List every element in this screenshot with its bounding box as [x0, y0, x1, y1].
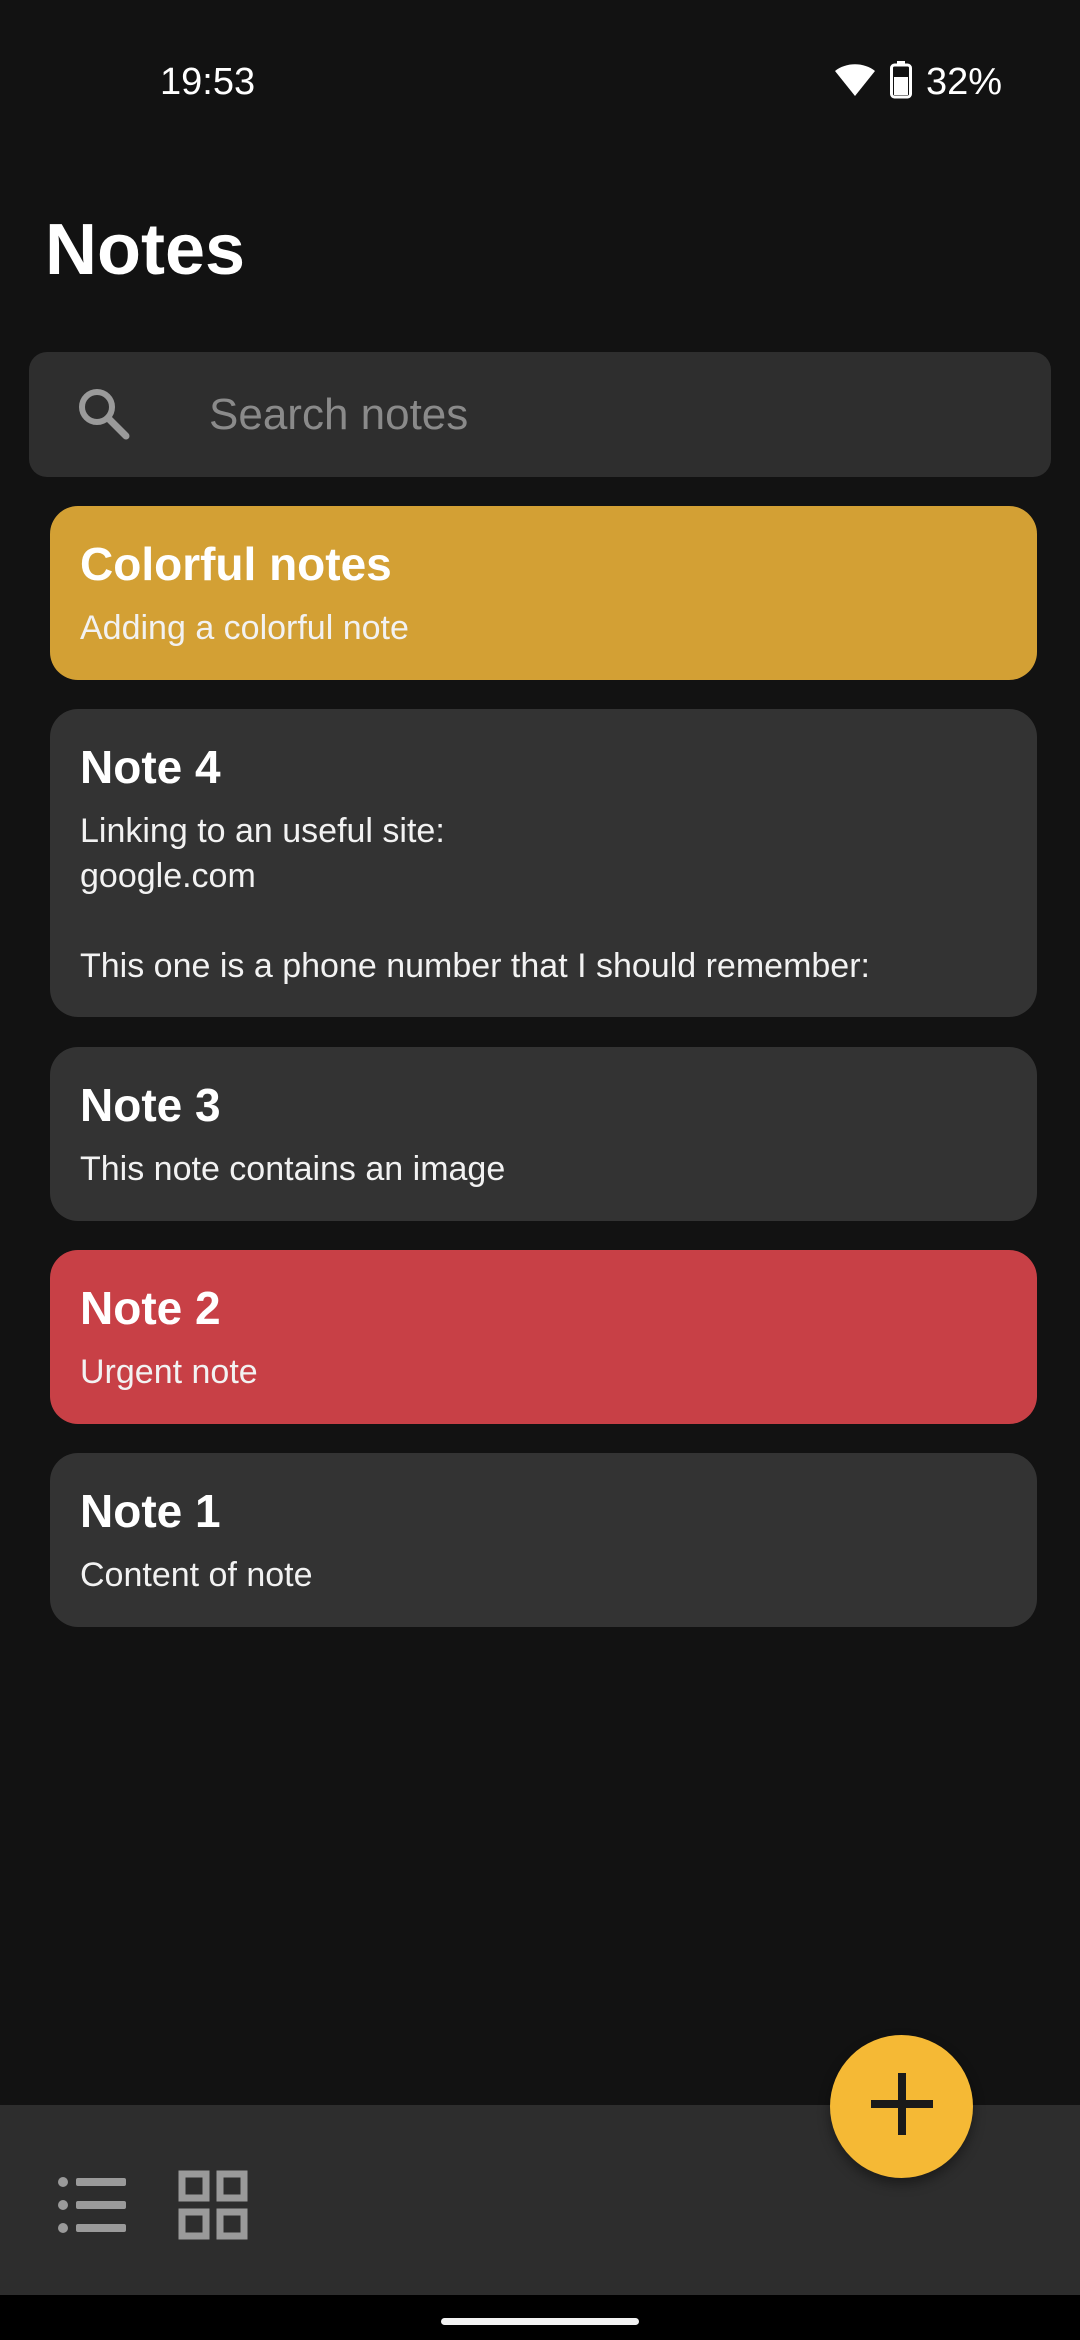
gesture-nav-bar — [0, 2295, 1080, 2340]
note-card[interactable]: Note 4 Linking to an useful site: google… — [50, 709, 1037, 1017]
note-content: Urgent note — [80, 1353, 258, 1391]
search-bar[interactable] — [29, 352, 1059, 477]
note-card[interactable]: Colorful notes Adding a colorful note — [50, 506, 1037, 680]
battery-percentage: 32% — [925, 60, 1002, 103]
plus-icon — [867, 2069, 937, 2144]
add-note-button[interactable] — [830, 2035, 973, 2178]
search-input[interactable] — [179, 377, 1059, 452]
wifi-icon — [834, 62, 876, 103]
grid-view-icon[interactable] — [178, 2170, 248, 2240]
note-title: Note 1 — [80, 1485, 221, 1537]
gesture-handle[interactable] — [441, 2318, 639, 2325]
search-icon — [74, 384, 134, 444]
note-content: This note contains an image — [80, 1150, 506, 1188]
note-card[interactable]: Note 1 Content of note — [50, 1453, 1037, 1627]
status-time: 19:53 — [160, 61, 256, 103]
status-bar: 19:53 32% — [0, 0, 1080, 160]
note-content: Content of note — [80, 1556, 313, 1594]
note-content: Linking to an useful site: google.com Th… — [80, 812, 870, 985]
status-icons: 32% — [834, 58, 1002, 106]
note-title: Note 3 — [80, 1079, 221, 1131]
note-title: Note 4 — [80, 741, 221, 793]
note-content: Adding a colorful note — [80, 609, 409, 647]
list-view-icon[interactable] — [56, 2170, 130, 2240]
note-card[interactable]: Note 3 This note contains an image — [50, 1047, 1037, 1221]
battery-icon — [889, 60, 912, 104]
note-title: Note 2 — [80, 1282, 221, 1334]
note-card[interactable]: Note 2 Urgent note — [50, 1250, 1037, 1424]
note-title: Colorful notes — [80, 538, 392, 590]
page-title: Notes — [45, 210, 246, 290]
